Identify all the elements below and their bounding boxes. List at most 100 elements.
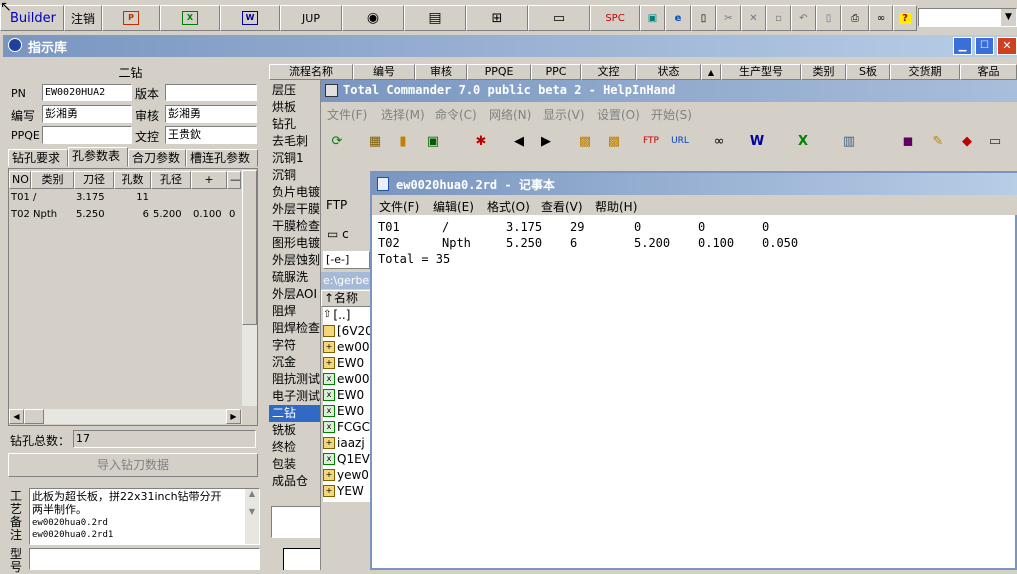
notepad-menu-format[interactable]: 格式(O) — [487, 198, 530, 215]
list-item[interactable]: + yew0 — [323, 467, 373, 483]
pn-field[interactable]: EW0020HUA2 — [42, 84, 132, 101]
list-item[interactable]: 硫脲洗 — [269, 269, 321, 286]
col-doc-control[interactable]: 文控 — [581, 64, 636, 80]
col-category[interactable]: 类别 — [801, 64, 846, 80]
list-item[interactable]: x EW0 — [323, 403, 373, 419]
tool-button[interactable]: ▣ — [640, 5, 665, 31]
list-item[interactable]: 沉铜 — [269, 167, 321, 184]
bottom-input[interactable] — [271, 506, 321, 538]
list-item[interactable]: ⇧ [..] — [323, 307, 373, 323]
list-item[interactable]: 阻抗测试 — [269, 371, 321, 388]
list-item[interactable]: + YEW — [323, 483, 373, 499]
col-ppc[interactable]: PPC — [531, 64, 581, 80]
list-item[interactable]: 阻焊 — [269, 303, 321, 320]
list-item[interactable]: + ew00 — [323, 339, 373, 355]
col-delivery-date[interactable]: 交货期 — [890, 64, 960, 80]
tc-menu-view[interactable]: 显示(V) — [543, 106, 585, 123]
list-item[interactable]: 阻焊检查 — [269, 320, 321, 337]
list-item[interactable]: 成品仓 — [269, 473, 321, 490]
scroll-thumb[interactable] — [242, 170, 257, 325]
tab-merge-tool-parameters[interactable]: 合刀参数 — [128, 149, 186, 167]
tc-drive-button[interactable]: ▭ c — [327, 227, 349, 241]
list-item[interactable]: x ew00 — [323, 371, 373, 387]
database-button[interactable]: ▤ — [404, 5, 466, 31]
save-button[interactable]: ▫ — [766, 5, 791, 31]
unpack-icon[interactable]: ▩ — [604, 131, 624, 151]
maximize-button[interactable]: ☐ — [975, 37, 994, 55]
select-files-icon[interactable]: ✱ — [471, 131, 491, 151]
editor-field[interactable]: 彭湘勇 — [42, 105, 132, 123]
cut-button[interactable]: ✂ — [716, 5, 741, 31]
undo-button[interactable]: ↶ — [791, 5, 816, 31]
col-ppqe[interactable]: PPQE — [467, 64, 531, 80]
help-button[interactable]: ? — [893, 5, 917, 31]
tc-menu-start[interactable]: 开始(S) — [651, 106, 692, 123]
paint-icon[interactable]: ◆ — [957, 131, 977, 151]
col-no[interactable]: NO — [9, 171, 31, 189]
close-button[interactable]: ✕ — [997, 37, 1017, 55]
col-scroll-up[interactable]: ▲ — [701, 64, 721, 80]
col-type[interactable]: 类别 — [31, 171, 74, 189]
notepad-menu-view[interactable]: 查看(V) — [541, 198, 583, 215]
cancel-button[interactable]: 注销 — [64, 5, 102, 31]
network-button[interactable]: ⊞ — [466, 5, 528, 31]
list-item[interactable]: 终检 — [269, 439, 321, 456]
ppt-button[interactable]: P — [102, 5, 160, 31]
pack-icon[interactable]: ▩ — [575, 131, 595, 151]
terminal-icon[interactable]: ▭ — [985, 131, 1005, 151]
calculator-icon[interactable]: ▥ — [839, 131, 859, 151]
delete-button[interactable]: ✕ — [741, 5, 766, 31]
reviewer-field[interactable]: 彭湘勇 — [165, 105, 257, 123]
col-s-board[interactable]: S板 — [846, 64, 890, 80]
tab-slot-parameters[interactable]: 槽连孔参数 — [186, 149, 258, 167]
notepad-text-area[interactable]: T01 / 3.175 29 0 0 0 T02 Npth 5.250 6 5.… — [372, 217, 1017, 570]
list-item[interactable]: 干膜检查 — [269, 218, 321, 235]
table-vscrollbar[interactable] — [242, 170, 257, 406]
table-row[interactable]: T01 / 3.175 11 — [9, 190, 249, 207]
table-hscrollbar[interactable]: ◀ ▶ — [9, 409, 242, 424]
print-button[interactable]: ⎙ — [841, 5, 869, 31]
tc-menu-command[interactable]: 命令(C) — [435, 106, 477, 123]
col-status[interactable]: 状态 — [636, 64, 701, 80]
notepad-menu-edit[interactable]: 编辑(E) — [433, 198, 474, 215]
binoculars-icon[interactable]: ∞ — [709, 131, 729, 151]
col-hole-dia[interactable]: 孔径 — [151, 171, 191, 189]
notepad-menu-help[interactable]: 帮助(H) — [595, 198, 637, 215]
col-process-name[interactable]: 流程名称 — [269, 64, 353, 80]
list-item[interactable]: 包装 — [269, 456, 321, 473]
col-customer-part[interactable]: 客品 — [960, 64, 1017, 80]
tc-path-bar[interactable]: e:\gerbe — [321, 272, 373, 289]
word-button[interactable]: W — [220, 5, 280, 31]
scroll-right-button[interactable]: ▶ — [226, 409, 241, 424]
ie-button[interactable]: e — [665, 5, 691, 31]
list-item[interactable]: 层压 — [269, 82, 321, 99]
list-item[interactable]: + iaazj — [323, 435, 373, 451]
brief-view-icon[interactable]: ▦ — [365, 131, 385, 151]
list-item[interactable]: + EW0 — [323, 355, 373, 371]
drill-total-field[interactable]: 17 — [73, 430, 256, 448]
type-field[interactable] — [29, 548, 260, 570]
list-item[interactable]: x FCGC — [323, 419, 373, 435]
list-item[interactable]: 外层蚀刻 — [269, 252, 321, 269]
process-note-box[interactable]: 此板为超长板，拼22x31inch钻带分开两半制作。 ew0020hua0.2r… — [29, 488, 260, 545]
doc-control-field[interactable]: 王贵欽 — [165, 126, 257, 144]
tc-drive-selector[interactable]: [-e-] — [323, 251, 370, 269]
scroll-left-button[interactable]: ◀ — [9, 409, 24, 424]
list-item[interactable]: 铣板 — [269, 422, 321, 439]
import-drill-button[interactable]: 导入钻刀数据 — [8, 453, 258, 477]
note-scrollbar[interactable]: ▲ ▼ — [245, 489, 259, 544]
list-item[interactable]: 负片电镀 — [269, 184, 321, 201]
tc-ftp-button[interactable]: FTP — [326, 198, 347, 212]
excel-button[interactable]: X — [160, 5, 220, 31]
jup-button[interactable]: JUP — [280, 5, 342, 31]
list-item[interactable]: 沉金 — [269, 354, 321, 371]
notepad-menu-file[interactable]: 文件(F) — [379, 198, 419, 215]
version-field[interactable] — [165, 84, 257, 101]
minimize-button[interactable]: ▁ — [953, 37, 972, 55]
ftp-connect-icon[interactable]: FTP — [641, 131, 661, 151]
url-icon[interactable]: URL — [670, 131, 690, 151]
list-item[interactable]: 字符 — [269, 337, 321, 354]
col-production-model[interactable]: 生产型号 — [721, 64, 801, 80]
tab-drill-requirements[interactable]: 钻孔要求 — [8, 149, 68, 167]
col-review[interactable]: 审核 — [415, 64, 467, 80]
